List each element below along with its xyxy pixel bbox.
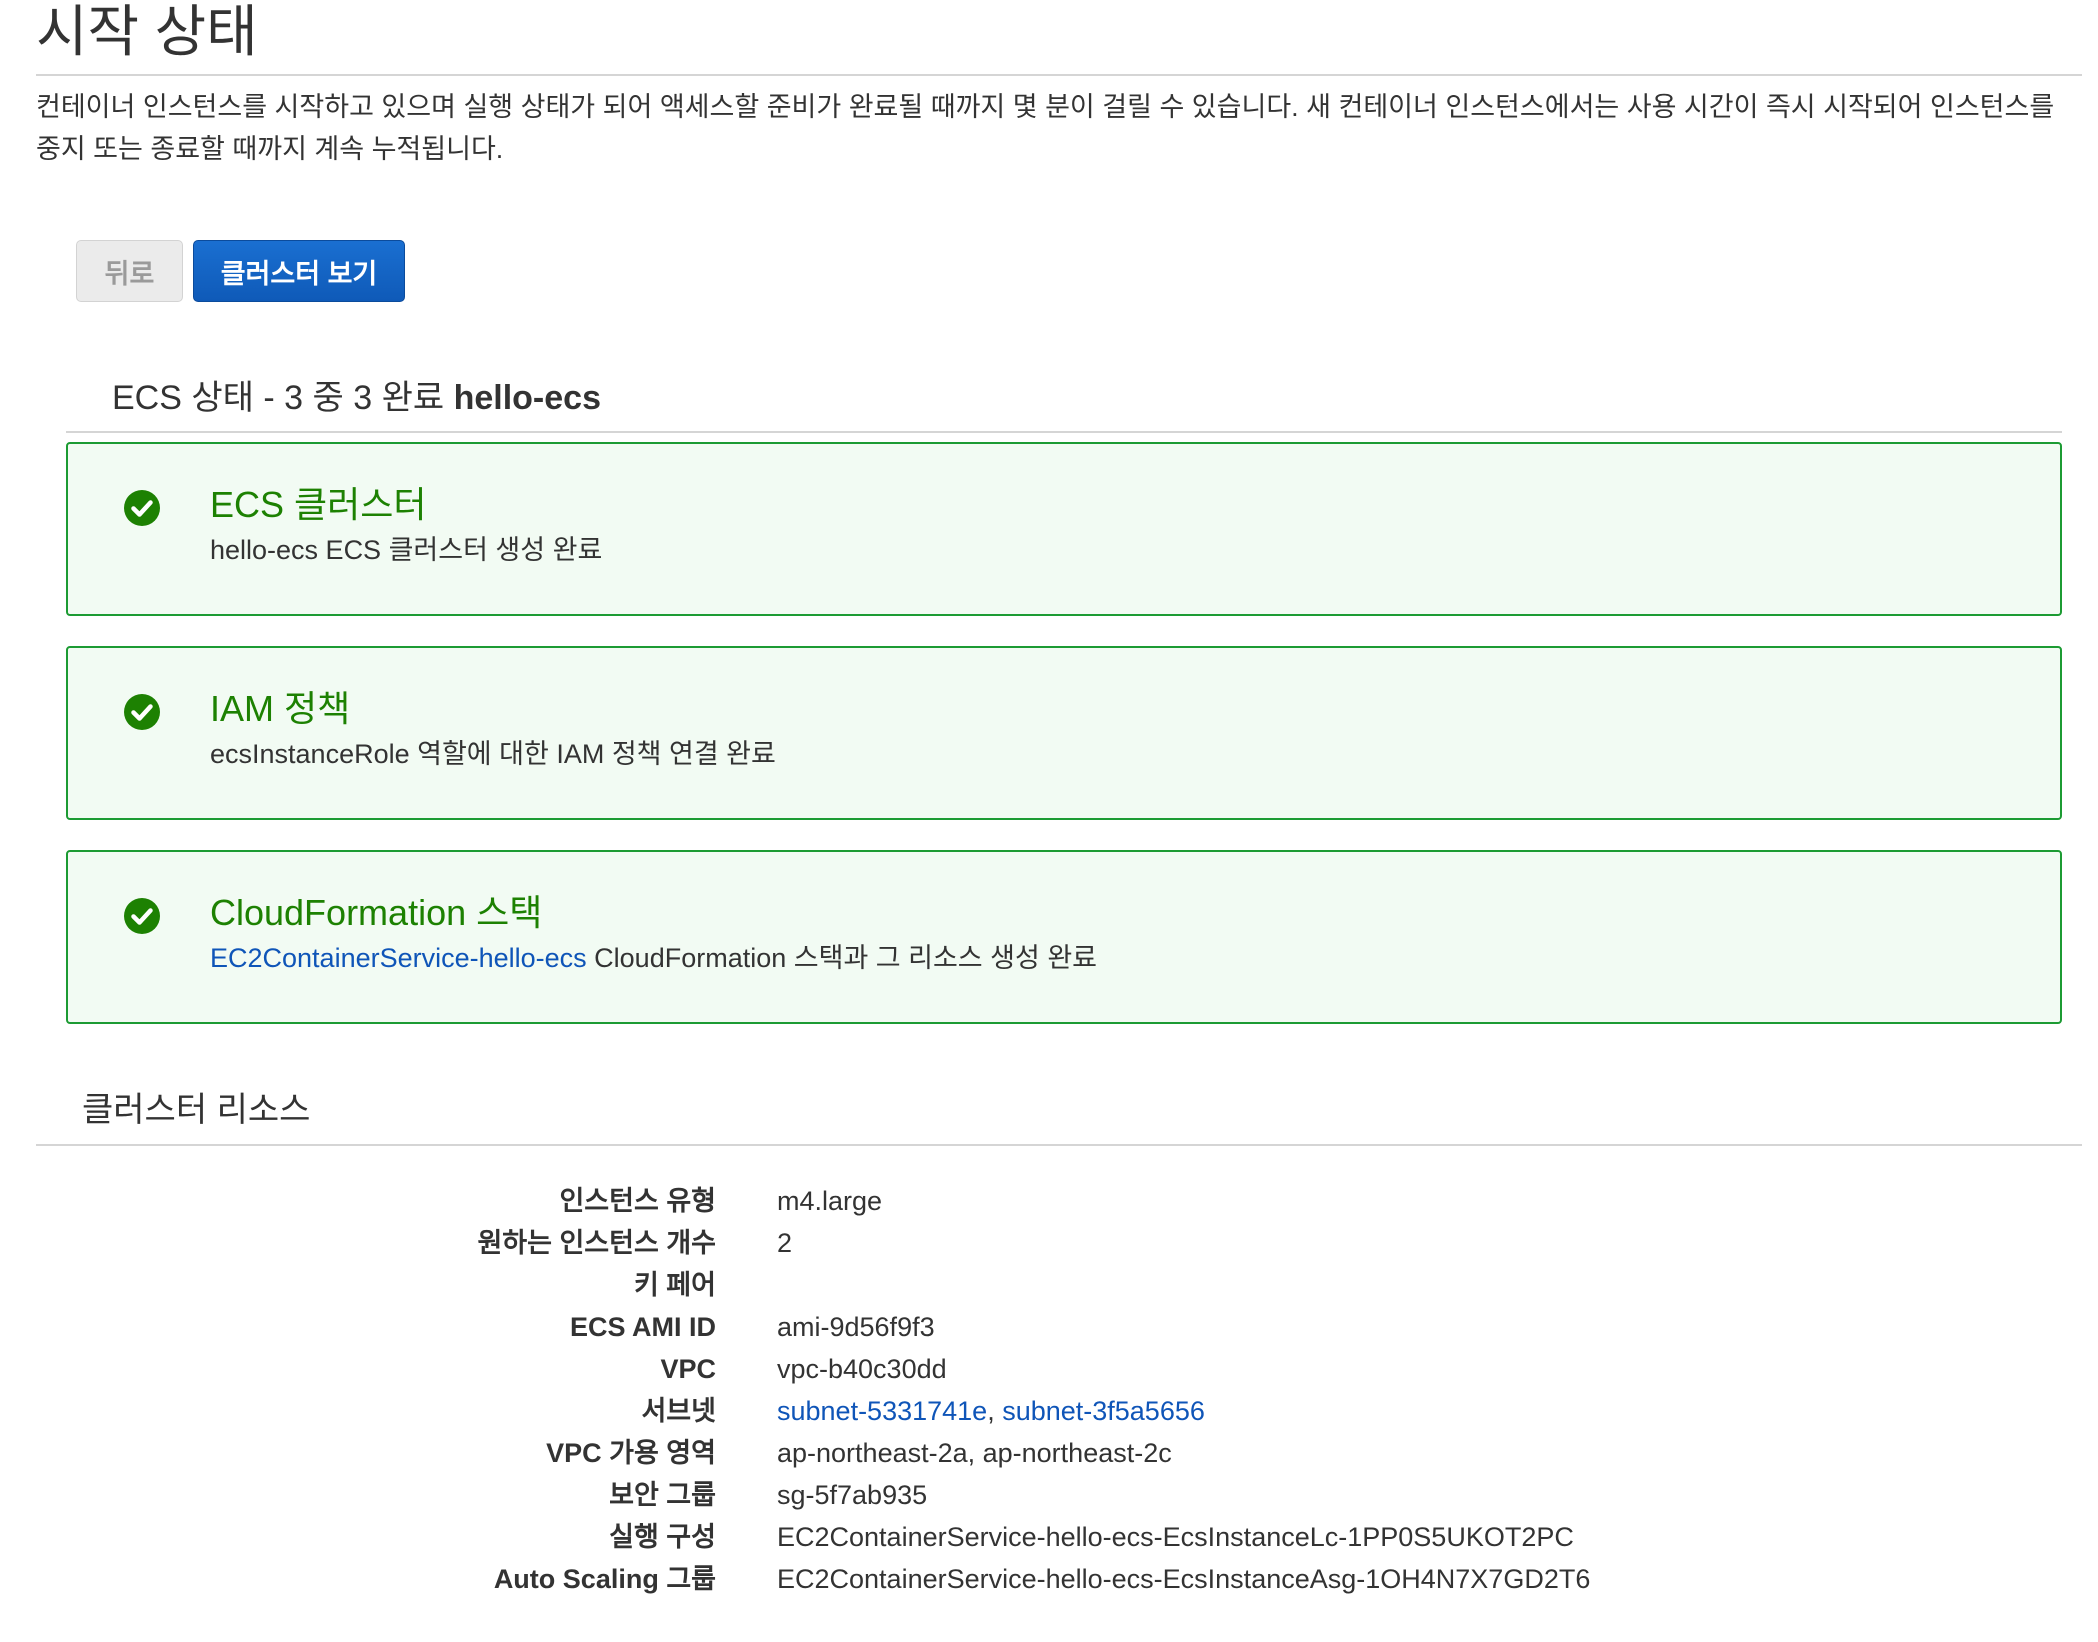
subnet-link[interactable]: subnet-3f5a5656	[1002, 1396, 1205, 1426]
resource-label: 키 페어	[633, 1270, 716, 1300]
view-cluster-button[interactable]: 클러스터 보기	[193, 240, 405, 302]
resource-row-subnets: 서브넷 subnet-5331741e, subnet-3f5a5656	[0, 1390, 2098, 1432]
cluster-name: hello-ecs	[453, 379, 601, 417]
subnet-link[interactable]: subnet-5331741e	[777, 1396, 987, 1426]
resource-value: m4.large	[777, 1186, 883, 1216]
resource-label: Auto Scaling 그룹	[493, 1564, 716, 1594]
vpc-link[interactable]: vpc-b40c30dd	[777, 1348, 947, 1390]
status-divider	[66, 431, 2062, 433]
card-description: hello-ecs ECS 클러스터 생성 완료	[210, 535, 603, 565]
ecs-status-heading: ECS 상태 - 3 중 3 완료 hello-ecs	[112, 374, 601, 422]
cluster-resources-heading: 클러스터 리소스	[82, 1091, 311, 1129]
resource-row-availability-zones: VPC 가용 영역 ap-northeast-2a, ap-northeast-…	[0, 1432, 2098, 1474]
card-description-rest: CloudFormation 스택과 그 리소스 생성 완료	[586, 943, 1098, 973]
resource-label: ECS AMI ID	[569, 1312, 716, 1342]
auto-scaling-group-link[interactable]: EC2ContainerService-hello-ecs-EcsInstanc…	[777, 1558, 1590, 1600]
card-description: EC2ContainerService-hello-ecs CloudForma…	[210, 938, 1097, 978]
resource-value: ap-northeast-2a, ap-northeast-2c	[777, 1438, 1172, 1468]
resource-label: VPC	[660, 1354, 716, 1384]
card-title: ECS 클러스터	[210, 484, 427, 525]
resource-row-security-group: 보안 그룹 sg-5f7ab935	[0, 1474, 2098, 1516]
intro-text: 컨테이너 인스턴스를 시작하고 있으며 실행 상태가 되어 액세스할 준비가 완…	[36, 92, 2055, 164]
launch-configuration-link[interactable]: EC2ContainerService-hello-ecs-EcsInstanc…	[777, 1516, 1574, 1558]
title-divider	[36, 74, 2082, 76]
resource-row-ami-id: ECS AMI ID ami-9d56f9f3	[0, 1306, 2098, 1348]
cloudformation-stack-link[interactable]: EC2ContainerService-hello-ecs	[210, 943, 587, 973]
resource-label: 실행 구성	[609, 1522, 716, 1552]
check-circle-icon	[124, 898, 160, 934]
resource-value: ami-9d56f9f3	[777, 1312, 935, 1342]
resource-row-desired-count: 원하는 인스턴스 개수 2	[0, 1222, 2098, 1264]
ecs-status-heading-prefix: ECS 상태 - 3 중 3 완료	[112, 379, 445, 417]
resource-label: VPC 가용 영역	[546, 1438, 716, 1468]
resource-label: 서브넷	[641, 1396, 716, 1426]
status-card-cloudformation: CloudFormation 스택 EC2ContainerService-he…	[66, 850, 2062, 1024]
resources-divider	[36, 1144, 2082, 1146]
card-title: IAM 정책	[210, 688, 351, 729]
resource-row-launch-configuration: 실행 구성 EC2ContainerService-hello-ecs-EcsI…	[0, 1516, 2098, 1558]
check-circle-icon	[124, 694, 160, 730]
card-description: ecsInstanceRole 역할에 대한 IAM 정책 연결 완료	[210, 739, 776, 769]
status-card-ecs-cluster: ECS 클러스터 hello-ecs ECS 클러스터 생성 완료	[66, 442, 2062, 616]
card-title: CloudFormation 스택	[210, 892, 543, 933]
resource-row-auto-scaling-group: Auto Scaling 그룹 EC2ContainerService-hell…	[0, 1558, 2098, 1600]
page-title: 시작 상태	[36, 0, 258, 63]
check-circle-icon	[124, 490, 160, 526]
resource-row-instance-type: 인스턴스 유형 m4.large	[0, 1180, 2098, 1222]
security-group-link[interactable]: sg-5f7ab935	[777, 1474, 927, 1516]
status-card-iam-policy: IAM 정책 ecsInstanceRole 역할에 대한 IAM 정책 연결 …	[66, 646, 2062, 820]
resource-label: 보안 그룹	[609, 1480, 716, 1510]
resource-row-vpc: VPC vpc-b40c30dd	[0, 1348, 2098, 1390]
resource-row-key-pair: 키 페어	[0, 1264, 2098, 1306]
resource-label: 원하는 인스턴스 개수	[477, 1228, 716, 1258]
subnet-separator: ,	[987, 1396, 1003, 1426]
resource-label: 인스턴스 유형	[559, 1186, 716, 1216]
resource-value: subnet-5331741e, subnet-3f5a5656	[777, 1390, 1205, 1432]
back-button[interactable]: 뒤로	[76, 240, 183, 302]
resource-value: 2	[777, 1228, 793, 1258]
